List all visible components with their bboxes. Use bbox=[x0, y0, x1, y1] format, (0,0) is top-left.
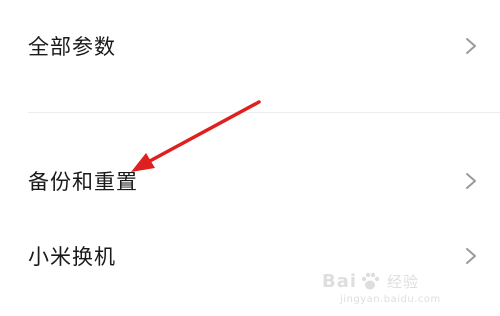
watermark-url: jingyan.baidu.com bbox=[340, 294, 441, 305]
watermark-logo: Bai 经验 bbox=[322, 270, 419, 292]
chevron-right-icon bbox=[466, 173, 476, 189]
settings-screen: 全部参数 备份和重置 小米换机 Bai 经验 jingyan.baidu.com bbox=[0, 0, 500, 316]
chevron-right-icon bbox=[466, 38, 476, 54]
watermark-brand: Bai bbox=[322, 270, 358, 292]
watermark-brand-suffix: 经验 bbox=[387, 272, 420, 291]
settings-item-label: 全部参数 bbox=[28, 35, 116, 59]
settings-item-all-specs[interactable]: 全部参数 bbox=[0, 18, 500, 74]
paw-icon bbox=[361, 272, 380, 290]
settings-item-backup-reset[interactable]: 备份和重置 bbox=[0, 153, 500, 209]
chevron-right-icon bbox=[466, 248, 476, 264]
section-divider bbox=[28, 112, 500, 113]
baidu-jingyan-watermark: Bai 经验 jingyan.baidu.com bbox=[322, 270, 492, 310]
settings-item-label: 小米换机 bbox=[28, 245, 116, 269]
settings-item-label: 备份和重置 bbox=[28, 170, 138, 194]
